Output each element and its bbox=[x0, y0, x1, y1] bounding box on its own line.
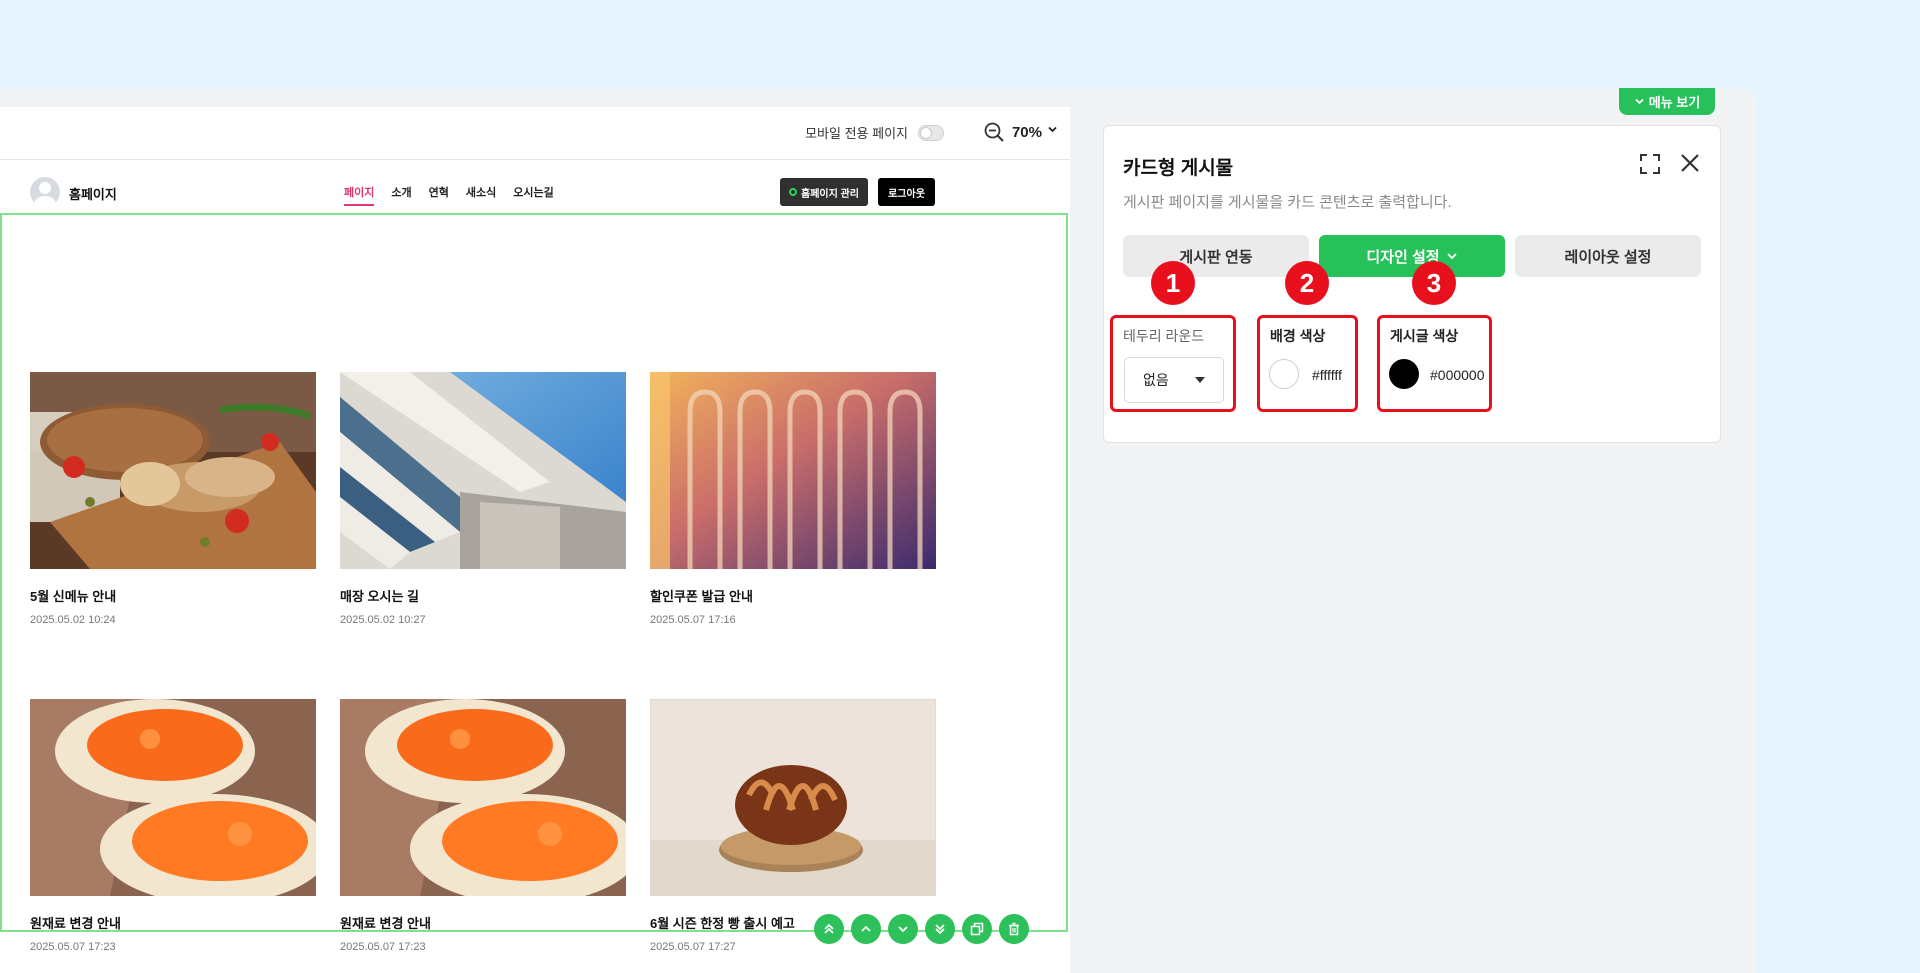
tab-design-settings[interactable]: 디자인 설정 bbox=[1319, 235, 1505, 277]
circle-icon bbox=[789, 188, 797, 196]
menu-view-button[interactable]: 메뉴 보기 bbox=[1619, 88, 1715, 115]
page-canvas: 모바일 전용 페이지 70% 홈페이지 페이지 소개 연혁 새소식 오시는길 홈… bbox=[0, 107, 1070, 973]
avatar bbox=[30, 177, 60, 207]
croissant-image bbox=[651, 700, 935, 895]
nav-item-about[interactable]: 소개 bbox=[391, 184, 411, 206]
border-round-option: 테두리 라운드 없음 bbox=[1110, 315, 1236, 412]
tab-layout-settings[interactable]: 레이아웃 설정 bbox=[1515, 235, 1701, 277]
trash-icon bbox=[1009, 922, 1019, 936]
border-round-label: 테두리 라운드 bbox=[1123, 328, 1205, 344]
double-chevron-up-icon bbox=[824, 923, 834, 934]
menu-view-label: 메뉴 보기 bbox=[1648, 95, 1701, 110]
annotation-badge-2: 2 bbox=[1285, 261, 1329, 305]
abstract-image bbox=[650, 372, 936, 569]
tab-board-link[interactable]: 게시판 연동 bbox=[1123, 235, 1309, 277]
text-color-label: 게시글 색상 bbox=[1390, 328, 1459, 344]
card-title[interactable]: 원재료 변경 안내 bbox=[340, 913, 626, 932]
panel-description: 게시판 페이지를 게시물을 카드 콘텐츠로 출력합니다. bbox=[1123, 194, 1452, 211]
homepage-admin-button[interactable]: 홈페이지 관리 bbox=[780, 178, 868, 206]
card-title[interactable]: 5월 신메뉴 안내 bbox=[30, 586, 316, 605]
section-controls bbox=[814, 914, 1029, 944]
site-nav: 페이지 소개 연혁 새소식 오시는길 bbox=[344, 184, 554, 206]
background-color-value[interactable]: #ffffff bbox=[1312, 367, 1342, 383]
border-round-value: 없음 bbox=[1143, 372, 1169, 388]
text-color-option: 게시글 색상 #000000 bbox=[1377, 315, 1492, 412]
border-round-select[interactable]: 없음 bbox=[1124, 357, 1224, 403]
caret-down-icon bbox=[1195, 377, 1205, 383]
close-icon[interactable] bbox=[1679, 152, 1701, 174]
background-color-swatch[interactable] bbox=[1269, 359, 1299, 389]
mobile-only-toggle[interactable] bbox=[918, 125, 944, 141]
card-thumbnail[interactable] bbox=[30, 372, 316, 569]
panel-tabs: 게시판 연동 디자인 설정 레이아웃 설정 bbox=[1123, 235, 1701, 277]
card-thumbnail[interactable] bbox=[340, 372, 626, 569]
card-title[interactable]: 할인쿠폰 발급 안내 bbox=[650, 586, 936, 605]
selected-card-section[interactable]: 5월 신메뉴 안내 2025.05.02 10:24 매장 오시는 길 2025… bbox=[0, 213, 1068, 953]
move-bottom-button[interactable] bbox=[925, 914, 955, 944]
card-item[interactable]: 5월 신메뉴 안내 2025.05.02 10:24 bbox=[30, 372, 316, 626]
bread-image bbox=[30, 372, 316, 569]
jam-toast-image bbox=[30, 699, 316, 896]
chevron-down-icon bbox=[898, 926, 908, 933]
background-color-label: 배경 색상 bbox=[1270, 328, 1326, 344]
annotation-badge-3: 3 bbox=[1412, 261, 1456, 305]
site-title[interactable]: 홈페이지 bbox=[69, 184, 117, 203]
text-color-swatch[interactable] bbox=[1389, 359, 1419, 389]
card-item[interactable]: 원재료 변경 안내 2025.05.07 17:23 bbox=[340, 699, 626, 953]
nav-item-directions[interactable]: 오시는길 bbox=[513, 184, 553, 206]
homepage-admin-label: 홈페이지 관리 bbox=[801, 188, 859, 200]
building-image bbox=[340, 372, 626, 569]
card-thumbnail[interactable] bbox=[650, 699, 936, 896]
chevron-down-icon[interactable] bbox=[1047, 124, 1058, 138]
delete-button[interactable] bbox=[999, 914, 1029, 944]
background-color-option: 배경 색상 #ffffff bbox=[1257, 315, 1358, 412]
double-chevron-down-icon bbox=[935, 924, 945, 935]
card-item[interactable]: 할인쿠폰 발급 안내 2025.05.07 17:16 bbox=[650, 372, 936, 626]
card-date: 2025.05.02 10:27 bbox=[340, 614, 426, 626]
card-date: 2025.05.07 17:16 bbox=[650, 614, 736, 626]
card-thumbnail[interactable] bbox=[650, 372, 936, 569]
card-date: 2025.05.02 10:24 bbox=[30, 614, 116, 626]
logout-button[interactable]: 로그아웃 bbox=[878, 178, 935, 206]
chevron-down-icon bbox=[1635, 98, 1644, 105]
expand-icon[interactable] bbox=[1639, 153, 1661, 175]
zoom-level-select[interactable]: 70% bbox=[1012, 124, 1042, 141]
site-header: 홈페이지 페이지 소개 연혁 새소식 오시는길 홈페이지 관리 로그아웃 bbox=[0, 161, 1070, 221]
nav-item-news[interactable]: 새소식 bbox=[466, 184, 496, 206]
duplicate-button[interactable] bbox=[962, 914, 992, 944]
chevron-up-icon bbox=[861, 925, 871, 932]
jam-toast-image bbox=[340, 699, 626, 896]
annotation-badge-1: 1 bbox=[1151, 261, 1195, 305]
move-down-button[interactable] bbox=[888, 914, 918, 944]
nav-item-history[interactable]: 연혁 bbox=[429, 184, 449, 206]
card-item[interactable]: 원재료 변경 안내 2025.05.07 17:23 bbox=[30, 699, 316, 953]
panel-title: 카드형 게시물 bbox=[1123, 158, 1234, 179]
mobile-only-label: 모바일 전용 페이지 bbox=[805, 126, 908, 141]
move-top-button[interactable] bbox=[814, 914, 844, 944]
move-up-button[interactable] bbox=[851, 914, 881, 944]
canvas-toolbar: 모바일 전용 페이지 70% bbox=[0, 107, 1070, 160]
text-color-value[interactable]: #000000 bbox=[1430, 367, 1485, 383]
zoom-out-icon[interactable] bbox=[983, 121, 1005, 143]
card-date: 2025.05.07 17:23 bbox=[340, 941, 426, 953]
card-date: 2025.05.07 17:23 bbox=[30, 941, 116, 953]
card-thumbnail[interactable] bbox=[30, 699, 316, 896]
chevron-down-icon bbox=[1446, 253, 1457, 260]
card-item[interactable]: 매장 오시는 길 2025.05.02 10:27 bbox=[340, 372, 626, 626]
card-title[interactable]: 매장 오시는 길 bbox=[340, 586, 626, 605]
card-thumbnail[interactable] bbox=[340, 699, 626, 896]
nav-item-page[interactable]: 페이지 bbox=[344, 184, 375, 206]
copy-icon bbox=[970, 922, 984, 936]
card-title[interactable]: 원재료 변경 안내 bbox=[30, 913, 316, 932]
